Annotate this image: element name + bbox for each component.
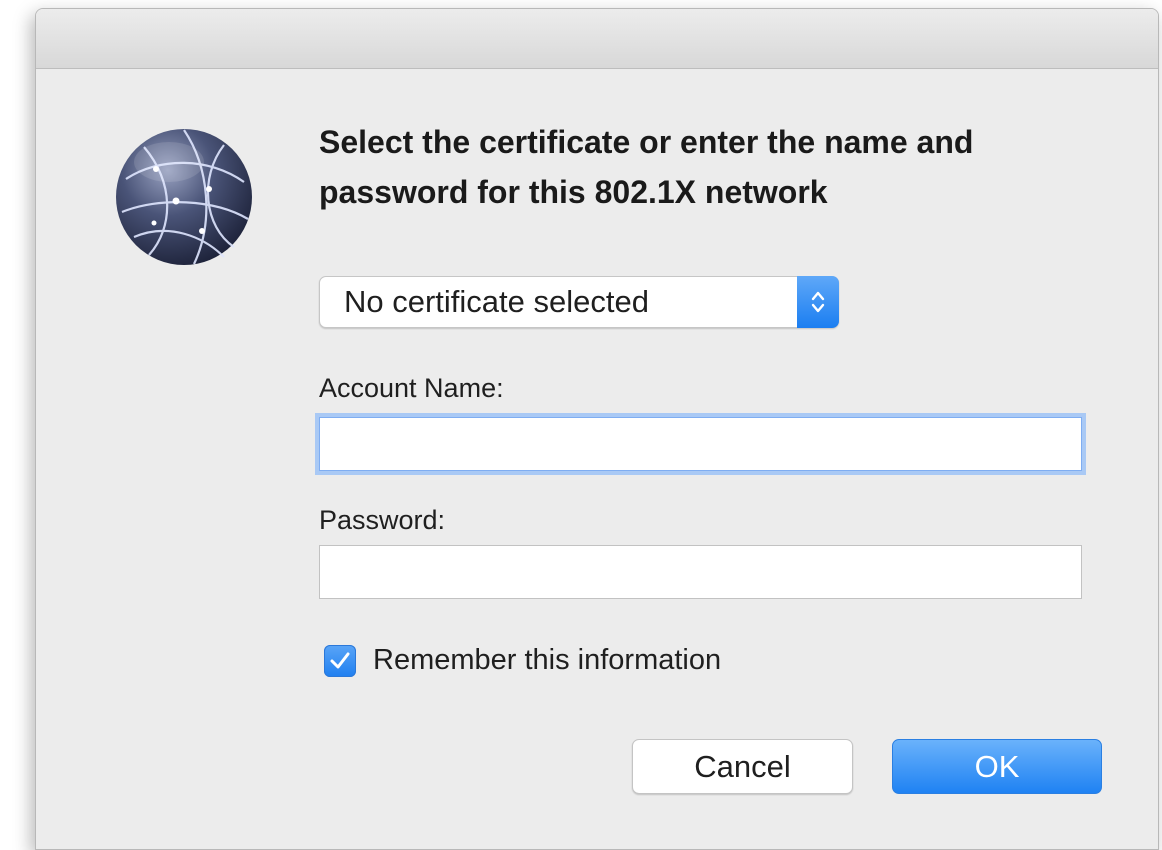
checkmark-icon bbox=[330, 652, 350, 669]
ok-button[interactable]: OK bbox=[892, 739, 1102, 794]
password-field[interactable] bbox=[319, 545, 1082, 599]
remember-checkbox[interactable] bbox=[324, 645, 356, 677]
account-name-label: Account Name: bbox=[319, 373, 504, 403]
remember-label[interactable]: Remember this information bbox=[373, 643, 721, 677]
auth-dialog: Select the certificate or enter the name… bbox=[35, 8, 1159, 850]
network-globe-icon bbox=[114, 127, 254, 267]
up-down-chevron-icon bbox=[797, 276, 839, 328]
password-label: Password: bbox=[319, 505, 446, 535]
account-name-field[interactable] bbox=[319, 417, 1082, 471]
certificate-select[interactable]: No certificate selected bbox=[319, 276, 839, 328]
certificate-select-value: No certificate selected bbox=[344, 284, 649, 319]
title-bar[interactable] bbox=[36, 9, 1158, 69]
dialog-heading: Select the certificate or enter the name… bbox=[319, 124, 974, 210]
cancel-button[interactable]: Cancel bbox=[632, 739, 853, 794]
